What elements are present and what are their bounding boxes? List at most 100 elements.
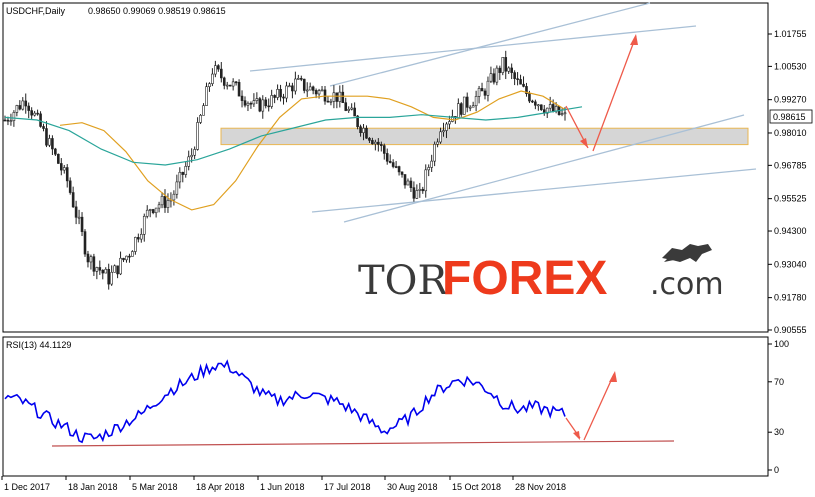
candle-body (412, 187, 416, 199)
candle-body (57, 153, 60, 164)
candle-body (471, 105, 475, 108)
candle-body (243, 100, 247, 106)
time-tick-label: 1 Jun 2018 (260, 482, 305, 492)
candle-body (406, 180, 410, 186)
time-tick-label: 17 Jul 2018 (324, 482, 371, 492)
rsi-projection-rise-line (583, 373, 615, 441)
candle-body (320, 89, 324, 92)
candle-body (21, 100, 25, 110)
price-tick-label: 0.91780 (774, 293, 807, 303)
candle-body (95, 267, 99, 272)
candle-body (181, 171, 185, 175)
candle-body (388, 160, 392, 163)
candle-body (163, 195, 167, 208)
candle-body (442, 130, 445, 133)
candle-body (234, 81, 238, 84)
candle-body (433, 143, 436, 162)
candle-body (42, 126, 45, 129)
candle-body (480, 88, 484, 92)
candle-body (113, 265, 116, 273)
candle-body (335, 92, 339, 102)
time-tick-label: 30 Aug 2018 (387, 482, 438, 492)
candle-body (30, 110, 33, 116)
candle-body (382, 145, 386, 154)
candle-body (54, 148, 57, 155)
candle-body (427, 167, 431, 171)
candle-body (39, 113, 42, 127)
candle-body (462, 96, 466, 115)
candle-body (139, 233, 143, 240)
candle-body (264, 99, 268, 107)
candle-body (338, 91, 342, 102)
candle-body (528, 93, 531, 102)
candle-body (344, 102, 348, 111)
candle-body (110, 271, 113, 285)
candle-body (273, 95, 276, 98)
rsi-tick-label: 30 (774, 427, 784, 437)
candle-body (457, 103, 460, 119)
candle-body (302, 78, 306, 91)
time-tick-label: 15 Oct 2018 (452, 482, 501, 492)
trendlines (249, 2, 757, 223)
candle-body (154, 207, 158, 214)
logo-forex: FOREX (442, 252, 607, 305)
candle-body (249, 102, 253, 105)
candle-body (24, 100, 28, 107)
rsi-line (4, 359, 566, 444)
candle-body (516, 78, 519, 80)
candle-body (489, 73, 493, 82)
candle-body (379, 144, 383, 146)
time-tick-label: 18 Apr 2018 (196, 482, 245, 492)
candle-body (317, 90, 321, 95)
candle-body (83, 231, 87, 255)
candle-body (267, 105, 271, 108)
candle-body (329, 100, 333, 103)
candle-body (6, 119, 10, 122)
candle-body (86, 253, 90, 263)
candle-body (134, 237, 137, 252)
candle-body (368, 137, 371, 141)
support-zone (220, 127, 749, 146)
candle-body (418, 188, 422, 191)
price-tick-label: 1.00530 (774, 61, 807, 71)
candle-body (193, 149, 196, 156)
candle-body (119, 257, 122, 275)
candle-body (166, 200, 170, 208)
candle-body (62, 167, 66, 171)
candle-body (424, 169, 428, 192)
candle-body (421, 188, 425, 192)
chart-canvas: TOR FOREX .com USDCHF,Daily 0.98650 0.99… (1, 2, 813, 492)
candle-body (430, 160, 433, 168)
candle-body (537, 104, 540, 107)
candle-body (3, 119, 7, 122)
moving-average-fast (59, 90, 566, 211)
candle-body (474, 96, 478, 107)
candle-body (208, 83, 211, 87)
candle-body (68, 180, 72, 193)
candle-body (445, 123, 448, 131)
candle-body (341, 91, 345, 103)
candle-body (246, 102, 250, 106)
candle-body (178, 171, 182, 183)
candle-body (270, 95, 273, 107)
candle-body (125, 255, 128, 261)
candle-body (74, 206, 78, 218)
candle-body (459, 103, 463, 115)
candle-body (45, 128, 48, 146)
candle-body (534, 101, 537, 106)
candle-body (365, 127, 368, 139)
candle-body (107, 268, 111, 285)
candle-body (347, 108, 351, 111)
candle-body (15, 105, 19, 113)
candle-body (311, 86, 315, 91)
candle-body (397, 166, 401, 173)
candle-body (128, 255, 131, 258)
candle-body (131, 251, 134, 257)
candle-body (252, 100, 256, 105)
candle-body (519, 79, 522, 85)
candle-body (308, 86, 312, 91)
price-tick-label: 0.96785 (774, 160, 807, 170)
rsi-arrow-head-rise-icon (609, 371, 617, 382)
candle-body (160, 195, 164, 206)
candle-body (237, 82, 241, 97)
